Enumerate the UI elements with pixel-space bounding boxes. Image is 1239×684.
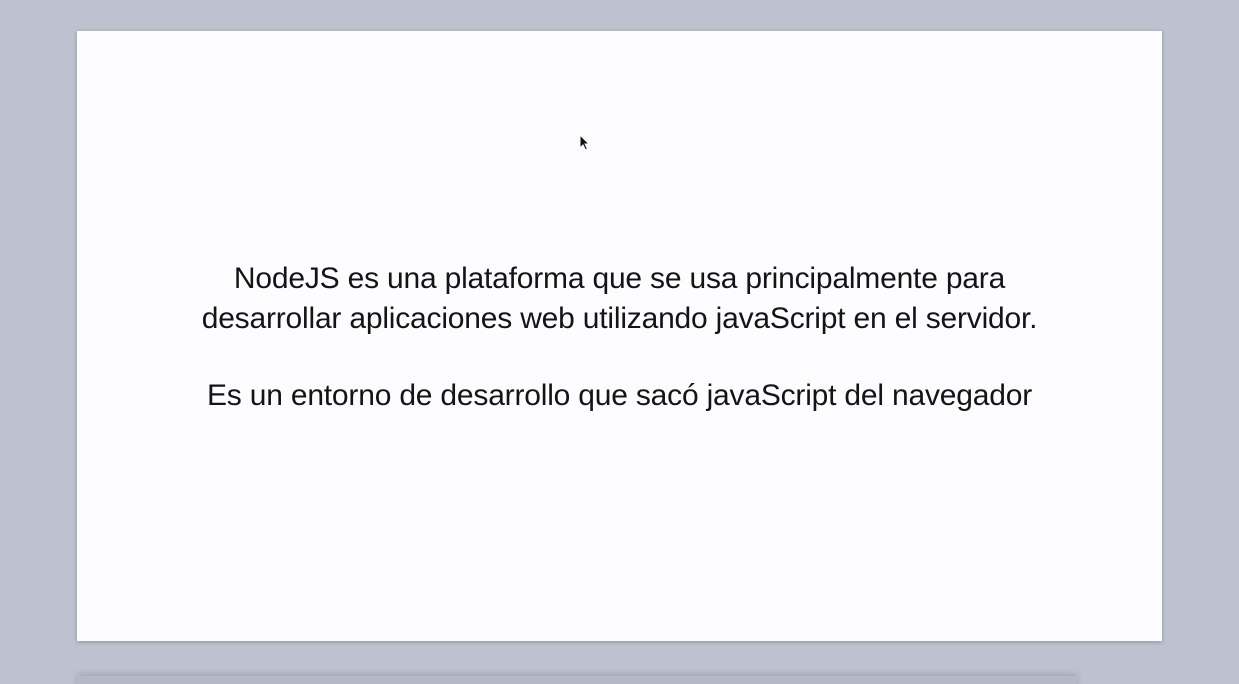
next-slide-preview[interactable]	[77, 676, 1077, 684]
mouse-pointer-icon	[579, 134, 591, 151]
presentation-viewport: NodeJS es una plataforma que se usa prin…	[0, 0, 1239, 684]
slide-text-line-1: NodeJS es una plataforma que se usa prin…	[233, 262, 1006, 295]
slide-text-line-2: desarrollar aplicaciones web utilizando …	[201, 302, 1038, 335]
slide-text-line-3: Es un entorno de desarrollo que sacó jav…	[206, 379, 1032, 412]
current-slide[interactable]: NodeJS es una plataforma que se usa prin…	[77, 31, 1162, 641]
